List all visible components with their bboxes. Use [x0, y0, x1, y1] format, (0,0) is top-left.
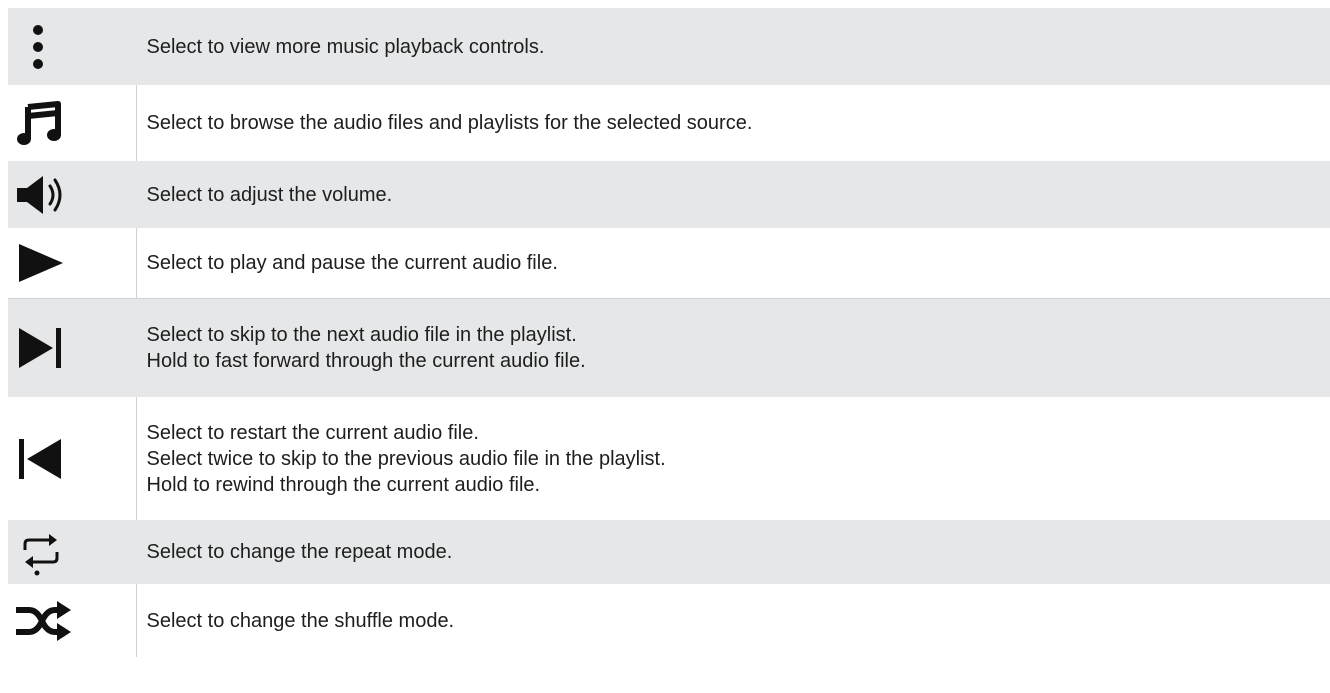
more-vertical-icon	[8, 17, 136, 77]
repeat-icon	[8, 522, 136, 582]
description-cell: Select to adjust the volume.	[136, 161, 1330, 228]
skip-previous-icon	[8, 429, 136, 489]
skip-next-icon	[8, 318, 136, 378]
table-row: Select to change the repeat mode.	[8, 520, 1330, 584]
table-row: Select to browse the audio files and pla…	[8, 85, 1330, 161]
music-note-icon	[8, 93, 136, 153]
icon-cell	[8, 397, 137, 520]
table-row: Select to play and pause the current aud…	[8, 228, 1330, 298]
description-line: Select to change the repeat mode.	[146, 541, 453, 563]
icon-cell	[8, 584, 137, 657]
description-line: Select to view more music playback contr…	[146, 35, 545, 58]
table-row: Select to change the shuffle mode.	[8, 584, 1330, 657]
description-cell: Select to browse the audio files and pla…	[136, 85, 1330, 161]
description-cell: Select to view more music playback contr…	[136, 8, 1330, 85]
icon-cell	[8, 8, 137, 85]
icon-cell	[8, 161, 137, 228]
icon-cell	[8, 85, 137, 161]
description-line: Select to browse the audio files and pla…	[146, 112, 753, 134]
icon-cell	[8, 520, 137, 584]
table-row: Select to restart the current audio file…	[8, 397, 1330, 520]
icon-cell	[8, 298, 137, 397]
description-line: Select to skip to the next audio file in…	[146, 323, 577, 346]
description-line: Select twice to skip to the previous aud…	[146, 447, 666, 470]
play-icon	[8, 233, 136, 293]
table-row: Select to skip to the next audio file in…	[8, 298, 1330, 397]
table-row: Select to view more music playback contr…	[8, 8, 1330, 85]
description-cell: Select to skip to the next audio file in…	[136, 298, 1330, 397]
description-cell: Select to change the repeat mode.	[136, 520, 1330, 584]
icon-cell	[8, 228, 137, 298]
description-cell: Select to restart the current audio file…	[136, 397, 1330, 520]
description-line: Hold to fast forward through the current…	[146, 349, 586, 372]
description-line: Select to play and pause the current aud…	[146, 251, 558, 274]
description-line: Select to restart the current audio file…	[146, 421, 479, 444]
description-cell: Select to play and pause the current aud…	[136, 228, 1330, 298]
table-row: Select to adjust the volume.	[8, 161, 1330, 228]
description-line: Hold to rewind through the current audio…	[146, 473, 541, 496]
description-line: Select to adjust the volume.	[146, 183, 393, 206]
shuffle-icon	[8, 591, 136, 651]
description-line: Select to change the shuffle mode.	[146, 609, 455, 632]
description-cell: Select to change the shuffle mode.	[136, 584, 1330, 657]
volume-icon	[8, 165, 136, 225]
music-controls-table: Select to view more music playback contr…	[8, 8, 1330, 657]
